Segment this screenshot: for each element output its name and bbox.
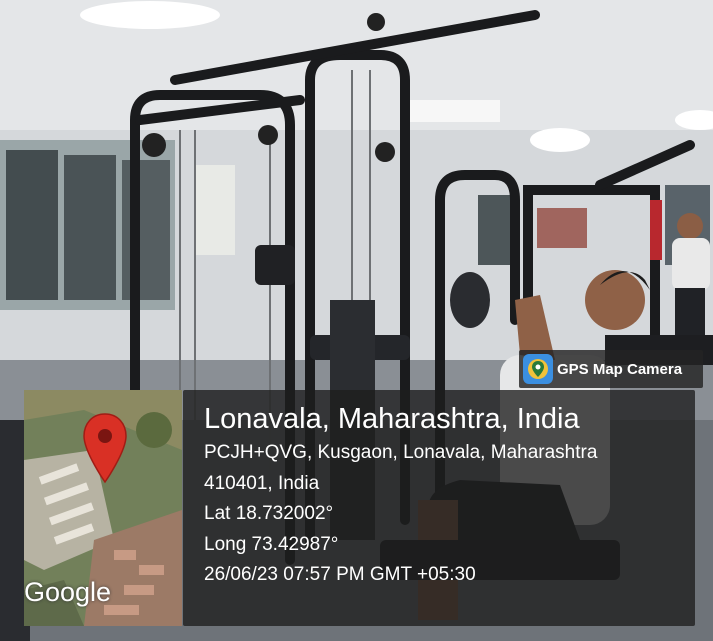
location-info: Lonavala, Maharashtra, India PCJH+QVG, K… xyxy=(204,400,597,591)
longitude: Long 73.42987° xyxy=(204,533,339,555)
app-badge: GPS Map Camera xyxy=(519,350,703,388)
google-watermark: Google xyxy=(24,577,112,607)
address-line-2: 410401, India xyxy=(204,472,320,494)
address-line-1: PCJH+QVG, Kusgaon, Lonavala, Maharashtra xyxy=(204,442,598,463)
app-name: GPS Map Camera xyxy=(557,360,683,378)
gps-map-camera-icon xyxy=(523,354,553,384)
map-thumbnail: Google xyxy=(24,390,182,626)
timestamp: 26/06/23 07:57 PM GMT +05:30 xyxy=(204,564,476,585)
latitude: Lat 18.732002° xyxy=(204,503,334,524)
map-pin-icon xyxy=(83,413,127,484)
place-name: Lonavala, Maharashtra, India xyxy=(204,403,580,435)
